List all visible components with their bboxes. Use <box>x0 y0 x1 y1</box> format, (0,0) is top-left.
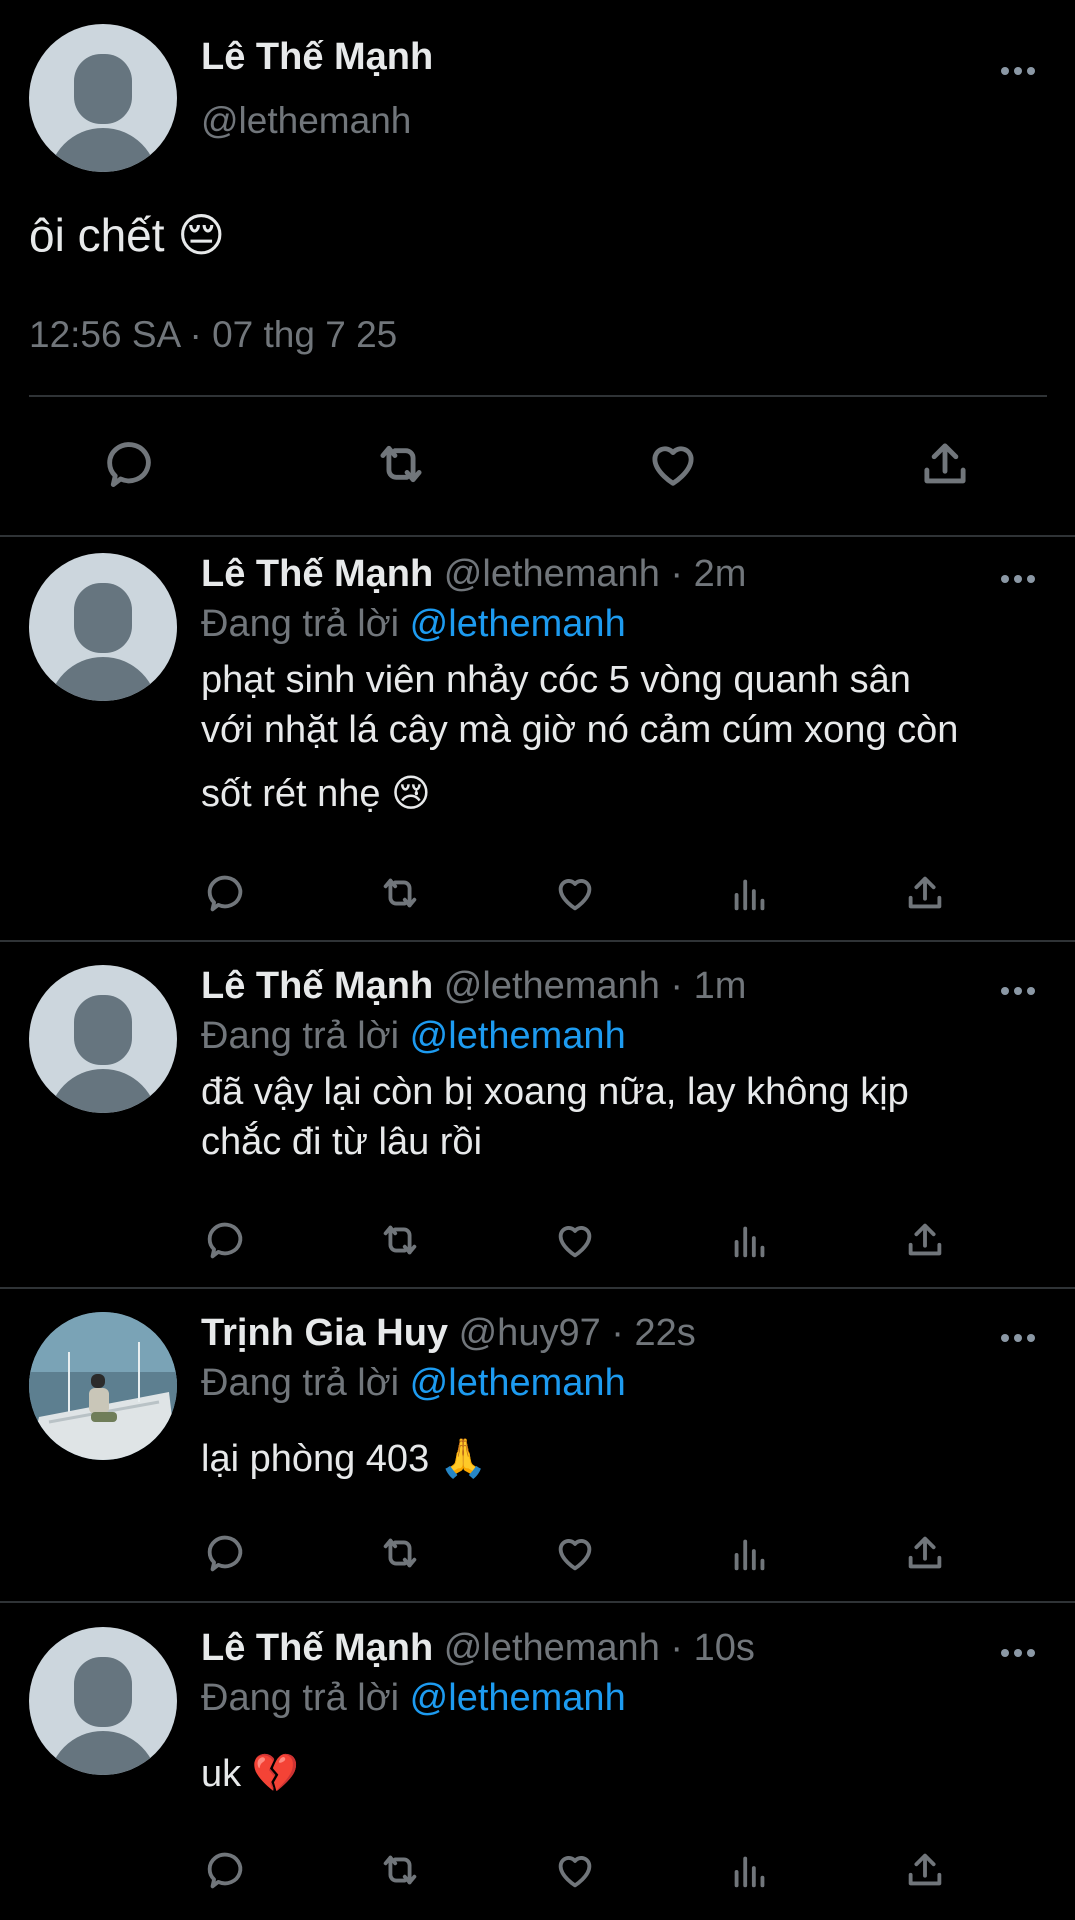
author-handle[interactable]: @lethemanh <box>444 553 660 595</box>
reply-time[interactable]: 2m <box>694 553 747 595</box>
mention-link[interactable]: @lethemanh <box>410 1015 626 1057</box>
avatar[interactable] <box>29 1312 177 1460</box>
avatar[interactable] <box>29 1627 177 1775</box>
like-icon[interactable] <box>644 435 702 493</box>
reply-header: Lê Thế Mạnh @lethemanh · 10s <box>201 1627 755 1669</box>
mention-link[interactable]: @lethemanh <box>410 1677 626 1719</box>
avatar[interactable] <box>29 553 177 701</box>
reply-icon[interactable] <box>202 1217 248 1263</box>
mention-link[interactable]: @lethemanh <box>410 1362 626 1404</box>
author-handle[interactable]: @lethemanh <box>201 100 411 142</box>
like-icon[interactable] <box>552 1530 598 1576</box>
share-icon[interactable] <box>902 870 948 916</box>
reply-icon[interactable] <box>202 1530 248 1576</box>
divider <box>0 1287 1075 1289</box>
reply-icon[interactable] <box>202 870 248 916</box>
reply-text: đã vậy lại còn bị xoang nữa, lay không k… <box>201 1067 1041 1167</box>
share-icon[interactable] <box>916 435 974 493</box>
retweet-icon[interactable] <box>377 1217 423 1263</box>
avatar[interactable] <box>29 965 177 1113</box>
more-options-icon[interactable] <box>1001 1648 1035 1658</box>
share-icon[interactable] <box>902 1217 948 1263</box>
views-icon[interactable] <box>727 870 773 916</box>
reply-text-line: đã vậy lại còn bị xoang nữa, lay không k… <box>201 1071 909 1113</box>
replying-label: Đang trả lời <box>201 1362 400 1404</box>
reply-text-line: với nhặt lá cây mà giờ nó cảm cúm xong c… <box>201 709 959 751</box>
retweet-icon[interactable] <box>377 1847 423 1893</box>
replying-to: Đang trả lời @lethemanh <box>201 1362 626 1405</box>
like-icon[interactable] <box>552 1217 598 1263</box>
replying-to: Đang trả lời @lethemanh <box>201 1677 626 1720</box>
more-options-icon[interactable] <box>1001 574 1035 584</box>
divider <box>0 1601 1075 1603</box>
reply-tweet[interactable]: Lê Thế Mạnh @lethemanh · 2m Đang trả lời… <box>0 535 1075 940</box>
divider <box>29 395 1047 397</box>
like-icon[interactable] <box>552 1847 598 1893</box>
more-options-icon[interactable] <box>1001 986 1035 996</box>
reply-text: uk 💔 <box>201 1749 1041 1799</box>
author-name[interactable]: Lê Thế Mạnh <box>201 36 433 79</box>
replying-label: Đang trả lời <box>201 1015 400 1057</box>
replying-to: Đang trả lời @lethemanh <box>201 603 626 646</box>
reply-text-line: chắc đi từ lâu rồi <box>201 1121 483 1163</box>
tweet-text: ôi chết 😔 <box>29 209 226 261</box>
reply-text-line: lại phòng 403 🙏 <box>201 1438 488 1480</box>
tweet-timestamp[interactable]: 12:56 SA · 07 thg 7 25 <box>29 314 397 356</box>
retweet-icon[interactable] <box>377 1530 423 1576</box>
reply-text-line: sốt rét nhẹ 😢 <box>201 773 431 815</box>
author-handle[interactable]: @huy97 <box>459 1312 601 1354</box>
author-handle[interactable]: @lethemanh <box>444 965 660 1007</box>
share-icon[interactable] <box>902 1530 948 1576</box>
author-name[interactable]: Lê Thế Mạnh <box>201 965 433 1007</box>
replying-to: Đang trả lời @lethemanh <box>201 1015 626 1058</box>
author-name[interactable]: Lê Thế Mạnh <box>201 1627 433 1669</box>
reply-text-line: uk 💔 <box>201 1753 300 1795</box>
reply-text: lại phòng 403 🙏 <box>201 1434 1041 1484</box>
replying-label: Đang trả lời <box>201 603 400 645</box>
reply-tweet[interactable]: Trịnh Gia Huy @huy97 · 22s Đang trả lời … <box>0 1294 1075 1600</box>
views-icon[interactable] <box>727 1847 773 1893</box>
reply-icon[interactable] <box>202 1847 248 1893</box>
reply-time[interactable]: 10s <box>694 1627 755 1669</box>
reply-icon[interactable] <box>100 435 158 493</box>
views-icon[interactable] <box>727 1217 773 1263</box>
mention-link[interactable]: @lethemanh <box>410 603 626 645</box>
views-icon[interactable] <box>727 1530 773 1576</box>
author-name[interactable]: Trịnh Gia Huy <box>201 1312 448 1354</box>
reply-time[interactable]: 1m <box>694 965 747 1007</box>
share-icon[interactable] <box>902 1847 948 1893</box>
more-options-icon[interactable] <box>1001 1333 1035 1343</box>
retweet-icon[interactable] <box>372 435 430 493</box>
reply-time[interactable]: 22s <box>635 1312 696 1354</box>
reply-header: Lê Thế Mạnh @lethemanh · 2m <box>201 553 747 595</box>
author-name[interactable]: Lê Thế Mạnh <box>201 553 433 595</box>
reply-header: Lê Thế Mạnh @lethemanh · 1m <box>201 965 747 1007</box>
retweet-icon[interactable] <box>377 870 423 916</box>
reply-text: phạt sinh viên nhảy cóc 5 vòng quanh sân… <box>201 655 1041 819</box>
replying-label: Đang trả lời <box>201 1677 400 1719</box>
reply-text-line: phạt sinh viên nhảy cóc 5 vòng quanh sân <box>201 659 911 701</box>
like-icon[interactable] <box>552 870 598 916</box>
author-handle[interactable]: @lethemanh <box>444 1627 660 1669</box>
reply-tweet[interactable]: Lê Thế Mạnh @lethemanh · 1m Đang trả lời… <box>0 947 1075 1287</box>
reply-tweet[interactable]: Lê Thế Mạnh @lethemanh · 10s Đang trả lờ… <box>0 1609 1075 1920</box>
divider <box>0 940 1075 942</box>
avatar[interactable] <box>29 24 177 172</box>
reply-header: Trịnh Gia Huy @huy97 · 22s <box>201 1312 696 1354</box>
more-options-icon[interactable] <box>1001 66 1035 76</box>
